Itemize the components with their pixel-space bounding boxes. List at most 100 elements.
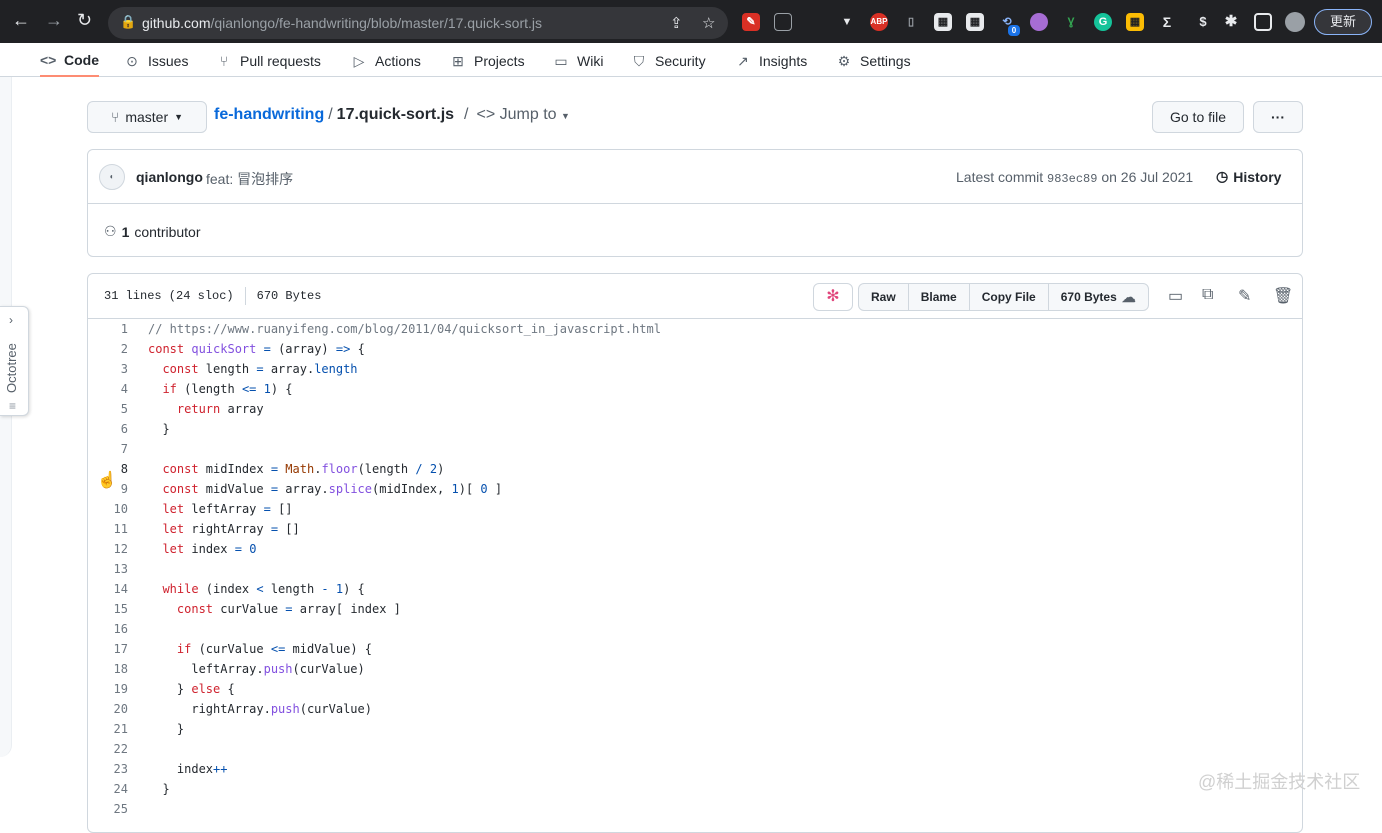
line-number[interactable]: 16 — [88, 619, 128, 639]
share-icon[interactable]: ⇪ — [670, 14, 683, 32]
jump-to-dropdown[interactable]: <> Jump to ▼ — [477, 106, 570, 124]
extension-purple-icon[interactable] — [1030, 13, 1048, 31]
line-number[interactable]: 25 — [88, 799, 128, 819]
extensions-puzzle-icon[interactable]: ✱ — [1222, 13, 1240, 31]
line-number[interactable]: 22 — [88, 739, 128, 759]
extension-vue-icon[interactable]: ▼ — [838, 13, 856, 31]
forward-icon[interactable]: → — [45, 10, 63, 31]
raw-button[interactable]: Raw — [859, 284, 908, 310]
line-number[interactable]: 23 — [88, 759, 128, 779]
extension-dollar-icon[interactable]: $ — [1194, 13, 1212, 31]
history-label: History — [1233, 168, 1282, 185]
extension-adblock-icon[interactable]: ABP — [870, 13, 888, 31]
code-line: 18 leftArray.push(curValue) — [88, 659, 1302, 679]
line-number[interactable]: 18 — [88, 659, 128, 679]
line-number[interactable]: 11 — [88, 519, 128, 539]
extension-qr-icon[interactable]: ▦ — [934, 13, 952, 31]
line-number[interactable]: 14 — [88, 579, 128, 599]
line-number[interactable]: 15 — [88, 599, 128, 619]
line-number[interactable]: 17 — [88, 639, 128, 659]
lock-icon: 🔒 — [120, 14, 137, 29]
sparkle-extension-button[interactable]: ✻ — [813, 283, 853, 311]
code-icon: <> — [476, 106, 496, 123]
contributors-label: contributor — [134, 223, 201, 240]
reload-icon[interactable]: ↻ — [77, 10, 92, 31]
tab-insights[interactable]: ↗ Insights — [735, 45, 807, 77]
bookmark-star-icon[interactable]: ☆ — [702, 14, 715, 32]
line-number[interactable]: 12 — [88, 539, 128, 559]
code-text: let rightArray = [] — [162, 522, 300, 536]
gear-icon: ⚙ — [837, 52, 851, 69]
branch-select-button[interactable]: ⑂ master ▼ — [87, 101, 207, 133]
address-bar[interactable]: 🔒 github.com/qianlongo/fe-handwriting/bl… — [108, 7, 728, 39]
profile-avatar[interactable] — [1285, 12, 1305, 32]
line-number[interactable]: 20 — [88, 699, 128, 719]
go-to-file-button[interactable]: Go to file — [1152, 101, 1244, 133]
download-button[interactable]: 670 Bytes ☁ — [1047, 284, 1148, 310]
extension-image-icon[interactable] — [774, 13, 792, 31]
chevron-right-icon: › — [9, 313, 13, 327]
line-number[interactable]: 4 — [88, 379, 128, 399]
code-line: 25 — [88, 799, 1302, 819]
back-icon[interactable]: ← — [12, 10, 30, 31]
tab-pull-requests[interactable]: ⑂ Pull requests — [216, 45, 321, 77]
branch-name: master — [125, 109, 169, 125]
extension-sigma-icon[interactable]: Σ — [1158, 13, 1176, 31]
update-button[interactable]: 更新 — [1314, 9, 1372, 35]
code-text: return array — [176, 402, 264, 416]
line-number[interactable]: 10 — [88, 499, 128, 519]
extension-leaf-icon[interactable]: Ɣ — [1062, 13, 1080, 31]
commit-message[interactable]: feat: 冒泡排序 — [206, 169, 293, 189]
line-number[interactable]: 2 — [88, 339, 128, 359]
line-number[interactable]: 24 — [88, 779, 128, 799]
octotree-toggle[interactable]: › Octotree ≡ — [0, 306, 29, 416]
repo-nav: <> Code ⊙ Issues ⑂ Pull requests ▷ Actions ⊞… — [0, 43, 1382, 77]
tab-wiki[interactable]: ▭ Wiki — [553, 45, 603, 77]
line-number[interactable]: 1 — [88, 319, 128, 339]
blame-button[interactable]: Blame — [907, 284, 969, 310]
breadcrumb-repo-link[interactable]: fe-handwriting — [214, 106, 324, 124]
code-line: 17 if (curValue <= midValue) { — [88, 639, 1302, 659]
avatar[interactable]: ◐ — [99, 164, 125, 190]
tab-code[interactable]: <> Code — [40, 45, 99, 77]
line-number[interactable]: 3 — [88, 359, 128, 379]
tab-security[interactable]: ⛉ Security — [631, 45, 706, 77]
file-actions-group: Raw Blame Copy File 670 Bytes ☁ — [858, 283, 1149, 311]
line-number[interactable]: 21 — [88, 719, 128, 739]
left-scroll-strip — [0, 77, 12, 757]
code-line: 5 return array — [88, 399, 1302, 419]
code-text: } — [148, 722, 185, 736]
extension-pin-icon[interactable]: ✎ — [742, 13, 760, 31]
trash-icon[interactable]: 🗑 — [1273, 286, 1293, 306]
line-number[interactable]: 5 — [88, 399, 128, 419]
tab-actions[interactable]: ▷ Actions — [351, 45, 421, 77]
history-link[interactable]: ◷ History — [1216, 168, 1281, 185]
extension-qr2-icon[interactable]: ▦ — [966, 13, 984, 31]
extension-grammarly-icon[interactable]: G — [1094, 13, 1112, 31]
cloud-download-icon: ☁ — [1121, 289, 1136, 305]
browser-toolbar: ← → ↻ 🔒 github.com/qianlongo/fe-handwrit… — [0, 0, 1382, 43]
tab-label: Projects — [474, 53, 525, 69]
extension-grid-icon[interactable]: ▦ — [1126, 13, 1144, 31]
caret-down-icon: ▼ — [174, 112, 184, 122]
file-viewer: 31 lines (24 sloc) 670 Bytes ✻ Raw Blame… — [87, 273, 1303, 833]
pencil-icon[interactable]: ✎ — [1238, 286, 1251, 306]
line-number[interactable]: 13 — [88, 559, 128, 579]
extension-bookmark-icon[interactable]: ▯ — [902, 13, 920, 31]
desktop-icon[interactable]: ▭ — [1168, 286, 1183, 306]
side-panel-icon[interactable] — [1254, 13, 1272, 31]
tab-projects[interactable]: ⊞ Projects — [450, 45, 525, 77]
line-number[interactable]: 7 — [88, 439, 128, 459]
contributors-link[interactable]: ⚇ 1 contributor — [104, 223, 201, 240]
commit-sha[interactable]: 983ec89 — [1047, 172, 1097, 186]
file-info: 31 lines (24 sloc) 670 Bytes — [104, 287, 321, 305]
copy-file-button[interactable]: Copy File — [968, 284, 1048, 310]
copy-icon[interactable]: ⧉ — [1202, 286, 1213, 304]
line-number[interactable]: 19 — [88, 679, 128, 699]
more-options-button[interactable]: ··· — [1253, 101, 1303, 133]
commit-author[interactable]: qianlongo — [136, 169, 203, 185]
tab-settings[interactable]: ⚙ Settings — [836, 45, 911, 77]
tab-issues[interactable]: ⊙ Issues — [124, 45, 188, 77]
line-number[interactable]: 6 — [88, 419, 128, 439]
book-icon: ▭ — [554, 52, 568, 69]
